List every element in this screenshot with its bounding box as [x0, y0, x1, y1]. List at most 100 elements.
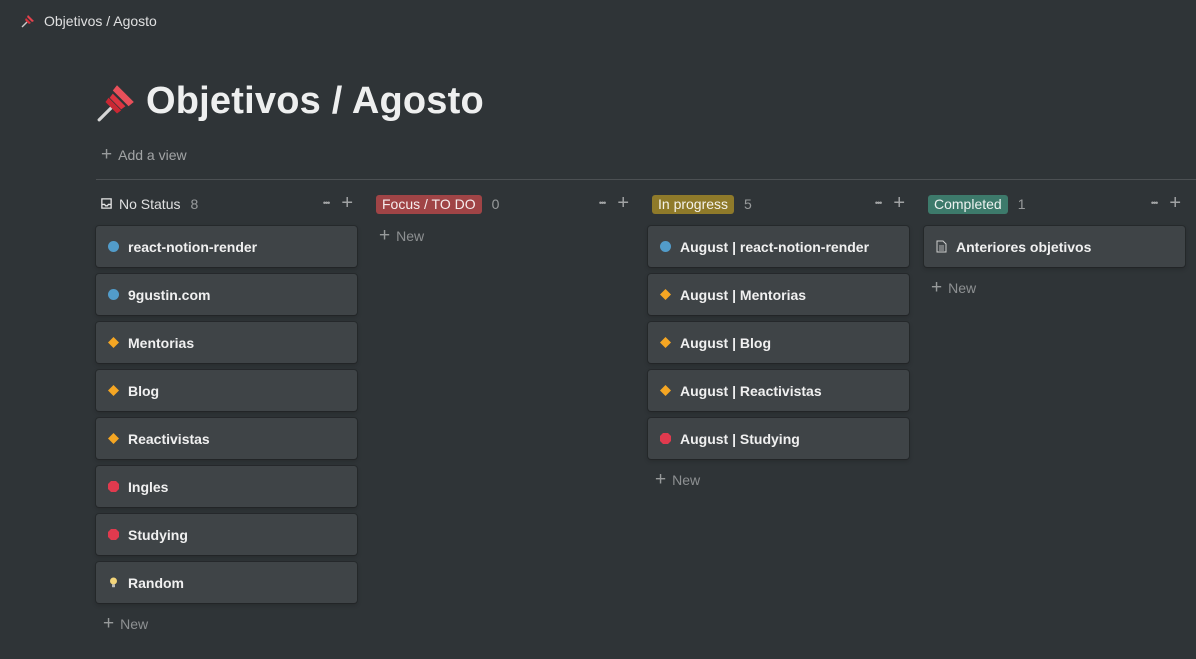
column-title-label: Focus / TO DO — [376, 194, 482, 214]
add-card-icon[interactable]: + — [617, 193, 629, 213]
new-card-button[interactable]: + New — [96, 610, 357, 638]
add-view-label: Add a view — [118, 147, 187, 163]
board-card[interactable]: August | Reactivistas — [648, 370, 909, 411]
orange-diamond-icon — [659, 384, 672, 397]
card-title: Blog — [128, 382, 160, 399]
card-title: August | Mentorias — [680, 286, 807, 303]
red-octagon-icon — [107, 528, 120, 541]
lightbulb-icon — [107, 576, 120, 589]
column-header[interactable]: Focus / TO DO 0 ••• + — [372, 190, 633, 218]
card-list: react-notion-render 9gustin.com Mentorias B… — [96, 226, 357, 638]
plus-icon: + — [101, 144, 113, 165]
board-card[interactable]: August | Blog — [648, 322, 909, 363]
new-card-button[interactable]: + New — [372, 222, 633, 250]
more-options-icon[interactable]: ••• — [1151, 194, 1159, 212]
blue-circle-icon — [107, 240, 120, 253]
board-column: Focus / TO DO 0 ••• + + New — [372, 190, 633, 245]
column-actions: ••• + — [599, 193, 629, 213]
topbar: Objetivos / Agosto — [0, 0, 1196, 42]
card-list: August | react-notion-render August | Men… — [648, 226, 909, 494]
more-options-icon[interactable]: ••• — [599, 194, 607, 212]
pushpin-icon — [97, 84, 134, 121]
board-column: No Status 8 ••• + react-notion-render 9gustin… — [96, 190, 357, 633]
column-count: 8 — [190, 196, 199, 212]
add-card-icon[interactable]: + — [341, 193, 353, 213]
card-title: August | Blog — [680, 334, 772, 351]
card-list: + New — [372, 222, 633, 250]
plus-icon: + — [655, 469, 667, 490]
divider — [96, 179, 1196, 180]
column-title: Focus / TO DO — [376, 194, 482, 214]
column-actions: ••• + — [1151, 193, 1181, 213]
card-title: August | react-notion-render — [680, 238, 870, 255]
column-title-label: No Status — [119, 196, 181, 212]
new-card-label: New — [948, 280, 977, 296]
card-title: Random — [128, 574, 184, 591]
blue-circle-icon — [659, 240, 672, 253]
board-card[interactable]: Reactivistas — [96, 418, 357, 459]
board-card[interactable]: Anteriores objetivos — [924, 226, 1185, 267]
board-card[interactable]: Blog — [96, 370, 357, 411]
add-card-icon[interactable]: + — [1169, 193, 1181, 213]
card-title: Mentorias — [128, 334, 195, 351]
orange-diamond-icon — [107, 336, 120, 349]
red-octagon-icon — [659, 432, 672, 445]
board-column: In progress 5 ••• + August | react-notion-re… — [648, 190, 909, 489]
red-octagon-icon — [107, 480, 120, 493]
column-actions: ••• + — [875, 193, 905, 213]
column-count: 0 — [491, 196, 500, 212]
card-title: react-notion-render — [128, 238, 258, 255]
breadcrumb[interactable]: Objetivos / Agosto — [20, 13, 157, 29]
board-column: Completed 1 ••• + Anteriores objetivos + New — [924, 190, 1185, 297]
orange-diamond-icon — [659, 288, 672, 301]
page-header: Objetivos / Agosto — [96, 80, 484, 123]
add-view-button[interactable]: + Add a view — [101, 144, 187, 165]
card-title: August | Reactivistas — [680, 382, 822, 399]
more-options-icon[interactable]: ••• — [323, 194, 331, 212]
column-header[interactable]: No Status 8 ••• + — [96, 190, 357, 218]
column-count: 1 — [1017, 196, 1026, 212]
add-card-icon[interactable]: + — [893, 193, 905, 213]
board-card[interactable]: August | react-notion-render — [648, 226, 909, 267]
orange-diamond-icon — [107, 384, 120, 397]
board-card[interactable]: Mentorias — [96, 322, 357, 363]
column-title-label: Completed — [928, 194, 1008, 214]
new-card-label: New — [120, 616, 149, 632]
card-title: Studying — [128, 526, 188, 543]
breadcrumb-label: Objetivos / Agosto — [44, 13, 157, 29]
new-card-button[interactable]: + New — [924, 274, 1185, 302]
card-list: Anteriores objetivos + New — [924, 226, 1185, 302]
more-options-icon[interactable]: ••• — [875, 194, 883, 212]
orange-diamond-icon — [659, 336, 672, 349]
new-card-label: New — [672, 472, 701, 488]
column-count: 5 — [744, 196, 752, 212]
card-title: Anteriores objetivos — [956, 238, 1092, 255]
column-header[interactable]: Completed 1 ••• + — [924, 190, 1185, 218]
column-actions: ••• + — [323, 193, 353, 213]
column-title-label: In progress — [652, 194, 735, 214]
page-title: Objetivos / Agosto — [146, 80, 484, 122]
blue-circle-icon — [107, 288, 120, 301]
card-title: 9gustin.com — [128, 286, 211, 303]
card-title: Ingles — [128, 478, 169, 495]
plus-icon: + — [379, 225, 391, 246]
plus-icon: + — [931, 277, 943, 298]
document-icon — [935, 240, 948, 253]
board-card[interactable]: Studying — [96, 514, 357, 555]
column-title: Completed — [928, 194, 1008, 214]
plus-icon: + — [103, 613, 115, 634]
board-card[interactable]: 9gustin.com — [96, 274, 357, 315]
board-card[interactable]: August | Mentorias — [648, 274, 909, 315]
board-card[interactable]: Random — [96, 562, 357, 603]
card-title: August | Studying — [680, 430, 800, 447]
orange-diamond-icon — [107, 432, 120, 445]
board-card[interactable]: react-notion-render — [96, 226, 357, 267]
inbox-icon — [100, 197, 113, 211]
card-title: Reactivistas — [128, 430, 210, 447]
new-card-button[interactable]: + New — [648, 466, 909, 494]
board-card[interactable]: August | Studying — [648, 418, 909, 459]
pushpin-icon — [21, 15, 34, 28]
board-card[interactable]: Ingles — [96, 466, 357, 507]
new-card-label: New — [396, 228, 425, 244]
column-header[interactable]: In progress 5 ••• + — [648, 190, 909, 218]
